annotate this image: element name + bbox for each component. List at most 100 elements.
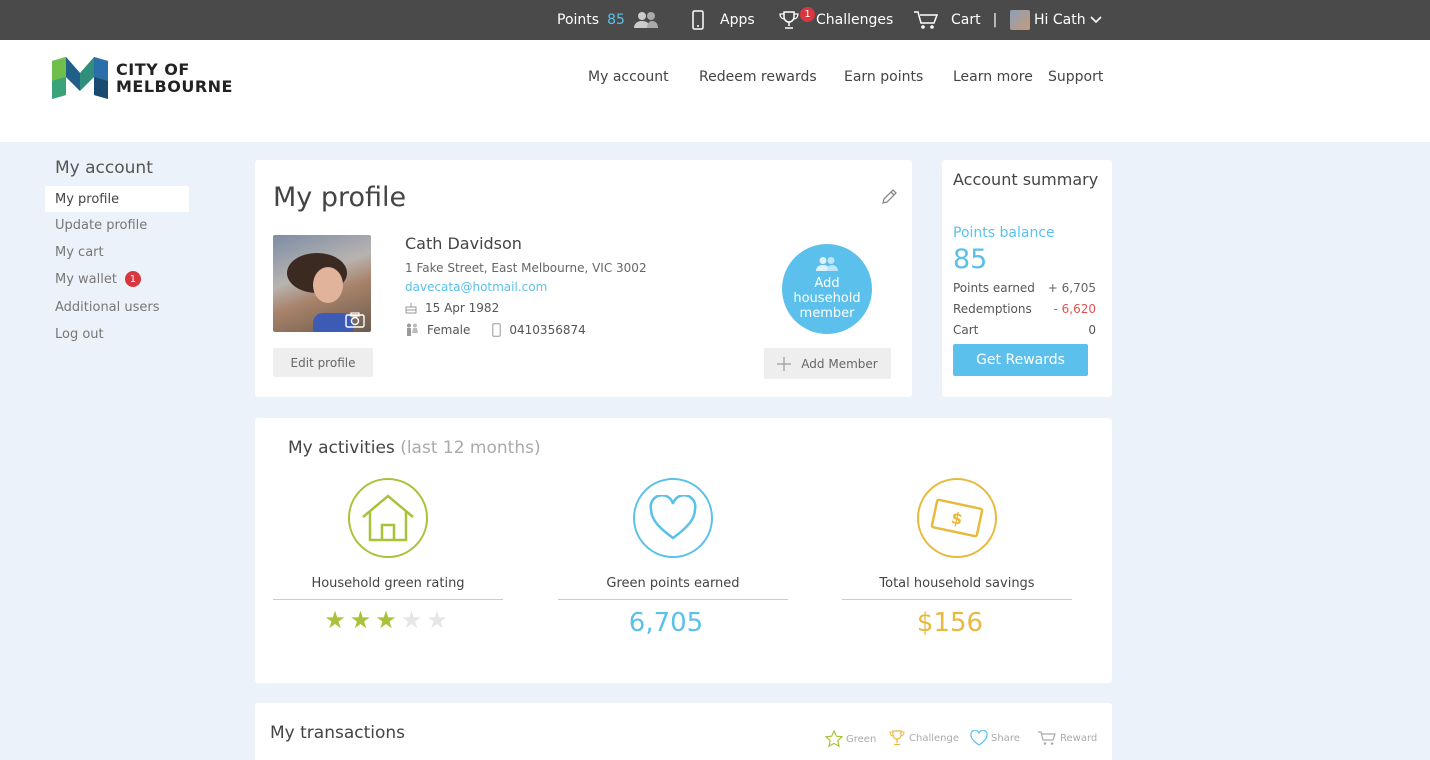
city-logo[interactable]: CITY OF MELBOURNE (52, 57, 233, 99)
points-icon-circle (633, 478, 713, 558)
melbourne-logo-icon (52, 57, 108, 99)
camera-icon[interactable] (345, 312, 365, 328)
savings-value: $156 (916, 608, 984, 638)
mobile-phone-icon (492, 323, 502, 337)
legend-green: Green (825, 730, 876, 748)
add-member-button[interactable]: Add Member (764, 348, 891, 379)
pencil-icon[interactable] (880, 188, 898, 206)
summary-row-label: Redemptions (953, 302, 1032, 316)
nav-my-account[interactable]: My account (588, 69, 669, 85)
user-menu[interactable]: Hi Cath (1010, 0, 1102, 40)
sidebar-item-label: Log out (55, 326, 104, 342)
svg-text:$: $ (949, 508, 964, 529)
challenges-link[interactable]: 1 Challenges (778, 0, 893, 40)
star-outline-icon (825, 730, 843, 748)
apps-link[interactable]: Apps (692, 0, 755, 40)
edit-profile-label: Edit profile (290, 355, 356, 370)
household-rating-column: Household green rating ★★★★★ (273, 478, 503, 634)
sidebar-title: My account (55, 158, 153, 178)
add-household-member-button[interactable]: Add household member (782, 244, 872, 334)
points-indicator[interactable]: Points 85 (557, 0, 659, 40)
profile-email[interactable]: davecata@hotmail.com (405, 280, 547, 294)
trophy-icon (889, 730, 905, 746)
activities-card: My activities (last 12 months) Household… (255, 418, 1112, 683)
nav-learn-more[interactable]: Learn more (953, 69, 1033, 85)
profile-gender: Female (427, 323, 471, 337)
nav-redeem-rewards[interactable]: Redeem rewards (699, 69, 817, 85)
sidebar-item-label: My cart (55, 244, 104, 260)
legend-label: Reward (1060, 732, 1098, 744)
profile-meta-row: Female 0410356874 (405, 323, 586, 337)
site-header: CITY OF MELBOURNE My account Redeem rewa… (0, 40, 1430, 142)
points-value: 85 (607, 12, 625, 28)
profile-phone: 0410356874 (509, 323, 586, 337)
cart-icon (1038, 731, 1056, 745)
points-balance-value: 85 (953, 244, 988, 275)
activities-title-text: My activities (288, 438, 395, 458)
legend-share: Share (970, 730, 1020, 746)
star-filled-icon: ★ (324, 606, 350, 634)
sidebar-item-label: Additional users (55, 299, 160, 315)
nav-earn-points[interactable]: Earn points (844, 69, 923, 85)
legend-challenge: Challenge (888, 730, 959, 746)
sidebar-item-my-wallet[interactable]: My wallet 1 (45, 266, 189, 292)
activities-subtitle: (last 12 months) (400, 438, 541, 458)
house-icon (362, 494, 414, 542)
sidebar-item-update-profile[interactable]: Update profile (45, 212, 189, 238)
household-line-3: member (799, 306, 855, 321)
summary-row-value: - 6,620 (1053, 302, 1097, 316)
green-points-value: 6,705 (628, 608, 704, 638)
household-line-2: household (793, 291, 861, 306)
phone-icon (692, 10, 704, 30)
points-earned-row: Points earned + 6,705 (953, 281, 1096, 295)
cake-icon (405, 303, 417, 314)
page-title: My profile (273, 182, 407, 213)
dollar-card-icon: $ (930, 498, 984, 538)
edit-profile-button[interactable]: Edit profile (273, 348, 373, 377)
profile-dob-row: 15 Apr 1982 (405, 301, 499, 315)
profile-photo[interactable] (273, 235, 371, 332)
wallet-badge: 1 (124, 271, 141, 287)
challenges-icon-wrap: 1 (778, 0, 815, 40)
redemptions-row: Redemptions - 6,620 (953, 302, 1096, 316)
account-summary-card: Account summary Points balance 85 Points… (942, 160, 1112, 397)
star-filled-icon: ★ (349, 606, 376, 634)
users-icon (816, 257, 838, 271)
household-rating-label: Household green rating (273, 576, 503, 600)
apps-label: Apps (720, 12, 755, 28)
sidebar-item-additional-users[interactable]: Additional users (45, 294, 189, 320)
green-points-label: Green points earned (558, 576, 788, 600)
cart-label: Cart (951, 12, 981, 28)
profile-address: 1 Fake Street, East Melbourne, VIC 3002 (405, 261, 647, 275)
sidebar-item-log-out[interactable]: Log out (45, 321, 189, 347)
star-empty-icon: ★ (400, 606, 427, 634)
sidebar-item-my-profile[interactable]: My profile (45, 186, 189, 212)
sidebar-item-label: Update profile (55, 217, 148, 233)
legend-label: Share (991, 732, 1020, 744)
sidebar-item-label: My wallet (55, 271, 117, 287)
profile-name: Cath Davidson (405, 234, 522, 253)
savings-label: Total household savings (842, 576, 1072, 600)
sidebar-item-my-cart[interactable]: My cart (45, 239, 189, 265)
transactions-title: My transactions (270, 723, 406, 743)
star-rating: ★★★★★ (273, 606, 503, 634)
nav-support[interactable]: Support (1048, 69, 1103, 85)
get-rewards-button[interactable]: Get Rewards (953, 344, 1088, 376)
gender-icon (407, 323, 418, 336)
transactions-card: My transactions Green Challenge Share Re… (255, 703, 1112, 760)
star-filled-icon: ★ (375, 606, 401, 634)
points-label: Points (557, 12, 600, 28)
heart-icon (649, 495, 697, 540)
cart-icon (914, 11, 939, 29)
user-avatar (1010, 10, 1030, 30)
summary-row-label: Cart (953, 323, 979, 337)
profile-card: My profile Cath Davidson 1 Fake Street, … (255, 160, 912, 397)
sidebar-item-label: My profile (55, 191, 120, 207)
heart-outline-icon (970, 730, 988, 746)
star-empty-icon: ★ (426, 606, 452, 634)
savings-icon-circle: $ (917, 478, 997, 558)
cart-row: Cart 0 (953, 323, 1096, 337)
profile-dob: 15 Apr 1982 (425, 301, 500, 315)
household-line-1: Add (814, 276, 840, 291)
cart-link[interactable]: Cart | (913, 0, 997, 40)
